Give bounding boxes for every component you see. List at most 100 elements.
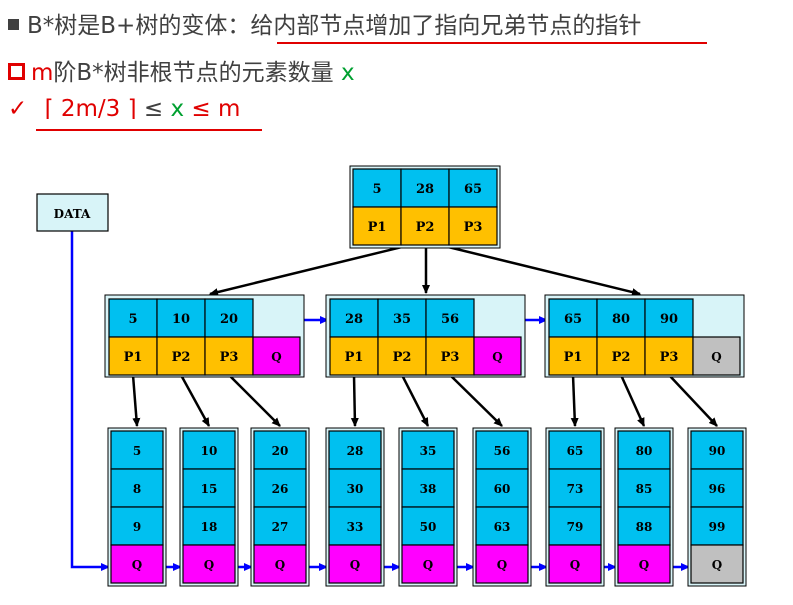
internal-1-sibling: Q <box>473 336 522 376</box>
leaf-6-link: Q <box>548 544 602 584</box>
internal-0-ptr-0-text: P1 <box>124 350 143 365</box>
leaf-2-key-2: 27 <box>253 506 307 546</box>
leaf-7-link-text: Q <box>639 558 649 572</box>
leaf-7-key-1-text: 85 <box>636 482 653 496</box>
leaf-8-key-0-text: 90 <box>709 444 726 458</box>
internal-1-key-1-text: 35 <box>393 312 411 327</box>
leaf-6-key-2-text: 79 <box>567 520 584 534</box>
leaf-1-key-0: 10 <box>182 430 236 470</box>
root-ptr-0-text: P1 <box>368 220 387 235</box>
internal-0-ptr-0: P1 <box>108 336 158 376</box>
leaf-0-key-1-text: 8 <box>133 482 141 496</box>
internal-0-sibling-text: Q <box>271 350 281 364</box>
arrow-root-p3 <box>439 243 641 296</box>
internal-0-key-2-text: 20 <box>220 312 238 327</box>
leaf-3-key-2-text: 33 <box>347 520 364 534</box>
leaf-4-key-0-text: 35 <box>420 444 437 458</box>
leaf-6-key-1-text: 73 <box>567 482 584 496</box>
root-ptr-0: P1 <box>352 206 402 246</box>
leaf-2-key-1: 26 <box>253 468 307 508</box>
root-ptr-2: P3 <box>448 206 498 246</box>
internal-0-key-0-text: 5 <box>128 312 137 327</box>
root-key-0-text: 5 <box>372 182 381 197</box>
leaf-7-key-1: 85 <box>617 468 671 508</box>
internal-1-ptr-0-text: P1 <box>345 350 364 365</box>
leaf-2-key-0: 20 <box>253 430 307 470</box>
internal-2-key-2: 90 <box>644 298 694 338</box>
leaf-1-key-1: 15 <box>182 468 236 508</box>
leaf-3-key-2: 33 <box>328 506 382 546</box>
arrow-internal-2-p0 <box>570 374 579 427</box>
leaf-5-key-0-text: 56 <box>494 444 511 458</box>
internal-0-ptr-1: P2 <box>156 336 206 376</box>
internal-0-ptr-1-text: P2 <box>172 350 191 365</box>
internal-2-ptr-2-text: P3 <box>660 350 679 365</box>
leaf-4-key-2-text: 50 <box>420 520 437 534</box>
root-key-1: 28 <box>400 168 450 208</box>
leaf-2-key-1-text: 26 <box>272 482 289 496</box>
leaf-2-key-2-text: 27 <box>272 520 289 534</box>
leaf-6-key-2: 79 <box>548 506 602 546</box>
leaf-5-key-1-text: 60 <box>494 482 511 496</box>
leaf-1-key-1-text: 15 <box>201 482 218 496</box>
internal-2-ptr-1-text: P2 <box>612 350 631 365</box>
arrow-internal-1-p0 <box>350 374 359 427</box>
leaf-8-key-2: 99 <box>690 506 744 546</box>
internal-1-key-1: 35 <box>377 298 427 338</box>
arrow-internal-2-p1 <box>619 374 646 427</box>
leaf-0-key-0: 5 <box>110 430 164 470</box>
internal-2-key-2-text: 90 <box>660 312 678 327</box>
leaf-4-key-1: 38 <box>401 468 455 508</box>
leaf-4-key-2: 50 <box>401 506 455 546</box>
arrow-internal-2-p2 <box>668 374 718 427</box>
internal-1-key-2: 56 <box>425 298 475 338</box>
leaf-3-key-1: 30 <box>328 468 382 508</box>
leaf-5-key-0: 56 <box>475 430 529 470</box>
internal-2-key-0-text: 65 <box>564 312 582 327</box>
leaf-0-key-2: 9 <box>110 506 164 546</box>
arrow-internal-1-p1 <box>400 374 430 427</box>
leaf-1-link: Q <box>182 544 236 584</box>
root-key-0: 5 <box>352 168 402 208</box>
leaf-6-key-1: 73 <box>548 468 602 508</box>
leaf-3-link: Q <box>328 544 382 584</box>
internal-1-ptr-0: P1 <box>329 336 379 376</box>
leaf-5-link: Q <box>475 544 529 584</box>
leaf-3-key-1-text: 30 <box>347 482 364 496</box>
internal-0-key-2: 20 <box>204 298 254 338</box>
leaf-1-key-2: 18 <box>182 506 236 546</box>
internal-2-ptr-0: P1 <box>548 336 598 376</box>
bstar-tree-diagram: DATA 5 28 65 P1 P2 P3 5 10 20 P1 P2 P3 Q 28 35 56 P1 P2 P3 Q… <box>36 165 747 587</box>
arrow-internal-1-p2 <box>449 374 503 427</box>
leaf-1-key-0-text: 10 <box>201 444 218 458</box>
leaf-2-key-0-text: 20 <box>272 444 289 458</box>
root-ptr-2-text: P3 <box>464 220 483 235</box>
leaf-2-link: Q <box>253 544 307 584</box>
data-arrow <box>70 231 110 571</box>
leaf-3-key-0-text: 28 <box>347 444 364 458</box>
arrow-root-p1 <box>209 243 411 296</box>
root-ptr-1-text: P2 <box>416 220 435 235</box>
internal-1-key-2-text: 56 <box>441 312 459 327</box>
internal-0-key-1-text: 10 <box>172 312 190 327</box>
arrow-internal-0-p1 <box>179 374 211 427</box>
internal-2-ptr-1: P2 <box>596 336 646 376</box>
leaf-4-key-1-text: 38 <box>420 482 437 496</box>
internal-1-ptr-1-text: P2 <box>393 350 412 365</box>
leaf-1-key-2-text: 18 <box>201 520 218 534</box>
leaf-8-key-1: 96 <box>690 468 744 508</box>
leaf-0-key-2-text: 9 <box>133 520 141 534</box>
leaf-0-key-1: 8 <box>110 468 164 508</box>
internal-2-ptr-2: P3 <box>644 336 694 376</box>
leaf-8-key-2-text: 99 <box>709 520 726 534</box>
internal-2-sibling-text: Q <box>711 350 721 364</box>
leaf-8-link: Q <box>690 544 744 584</box>
internal-2-key-1: 80 <box>596 298 646 338</box>
leaf-7-key-0-text: 80 <box>636 444 653 458</box>
internal-2-ptr-0-text: P1 <box>564 350 583 365</box>
leaf-5-key-2-text: 63 <box>494 520 511 534</box>
internal-0-sibling: Q <box>252 336 301 376</box>
leaf-5-key-1: 60 <box>475 468 529 508</box>
internal-2-key-1-text: 80 <box>612 312 630 327</box>
leaf-0-link-text: Q <box>132 558 142 572</box>
